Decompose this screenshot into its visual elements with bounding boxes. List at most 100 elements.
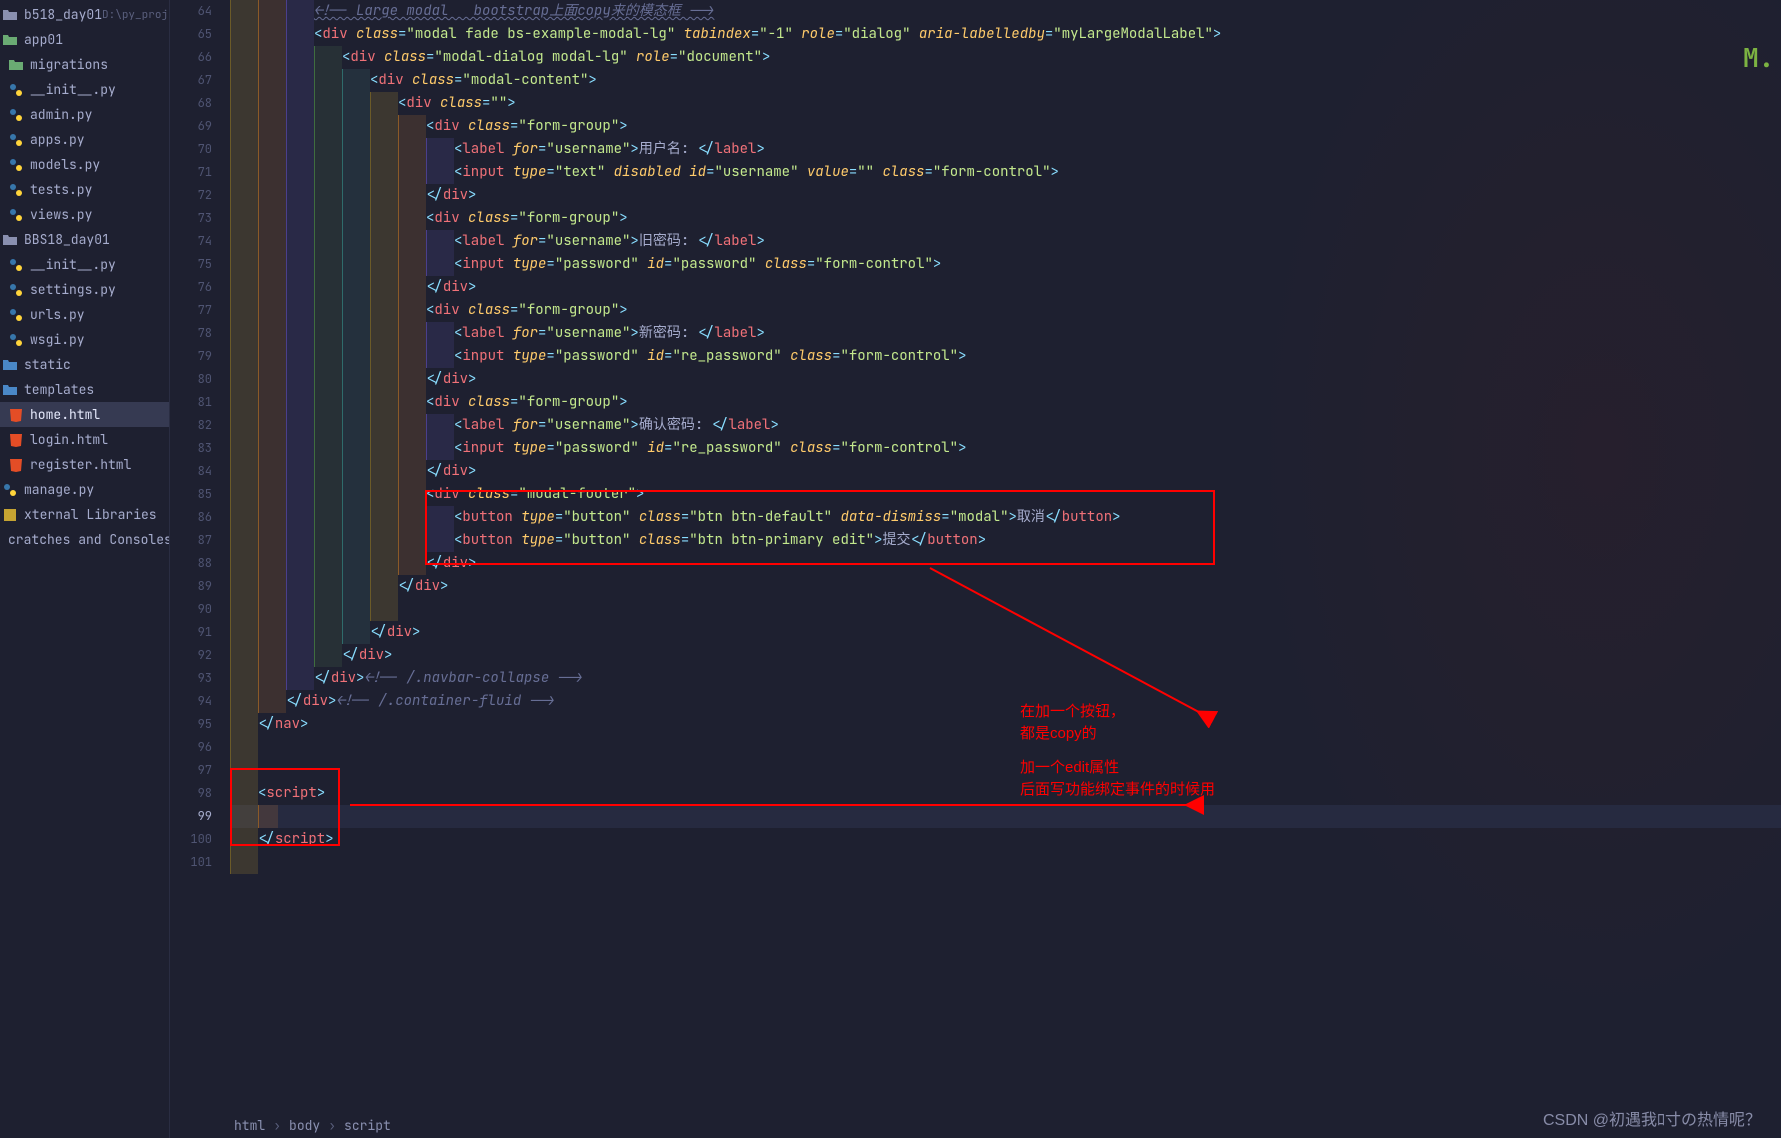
tree-item-register-html[interactable]: register.html	[0, 452, 169, 477]
py-icon	[8, 307, 24, 323]
code-line-84[interactable]: </div>	[230, 460, 1781, 483]
tree-item-bbs18-day01[interactable]: BBS18_day01	[0, 227, 169, 252]
code-line-93[interactable]: </div><!-- /.navbar-collapse -->	[230, 667, 1781, 690]
csdn-watermark: CSDN @初遇我ﾛ寸の热情呢？	[1543, 1106, 1761, 1130]
tree-item-xternal-libraries[interactable]: xternal Libraries	[0, 502, 169, 527]
code-line-82[interactable]: <label for="username">确认密码: </label>	[230, 414, 1781, 437]
code-line-99[interactable]	[230, 805, 1781, 828]
tree-item-label: migrations	[30, 56, 108, 73]
breadcrumb-item[interactable]: body	[289, 1117, 320, 1134]
tree-item-label: manage.py	[24, 481, 94, 498]
tree-item-app01[interactable]: app01	[0, 27, 169, 52]
html-icon	[8, 432, 24, 448]
tree-item-label: wsgi.py	[30, 331, 85, 348]
code-line-89[interactable]: </div>	[230, 575, 1781, 598]
tree-item-urls-py[interactable]: urls.py	[0, 302, 169, 327]
code-line-100[interactable]: </script>	[230, 828, 1781, 851]
project-tree[interactable]: b518_day01 D:\py_proj app01 migrations __in…	[0, 0, 170, 1138]
py-icon	[8, 82, 24, 98]
code-line-80[interactable]: </div>	[230, 368, 1781, 391]
tree-item-settings-py[interactable]: settings.py	[0, 277, 169, 302]
tree-item-label: settings.py	[30, 281, 116, 298]
code-line-74[interactable]: <label for="username">旧密码: </label>	[230, 230, 1781, 253]
code-line-78[interactable]: <label for="username">新密码: </label>	[230, 322, 1781, 345]
tree-item-label: xternal Libraries	[24, 506, 157, 523]
html-icon	[8, 407, 24, 423]
tree-item-migrations[interactable]: migrations	[0, 52, 169, 77]
tree-item-label: register.html	[30, 456, 131, 473]
tree-item-label: admin.py	[30, 106, 92, 123]
folder-green-icon	[2, 32, 18, 48]
breadcrumb-item[interactable]: script	[344, 1117, 391, 1134]
code-line-101[interactable]	[230, 851, 1781, 874]
annotation-text-3: 加一个edit属性	[1020, 756, 1119, 777]
tree-item-label: __init__.py	[30, 256, 116, 273]
tree-item-wsgi-py[interactable]: wsgi.py	[0, 327, 169, 352]
tree-item-login-html[interactable]: login.html	[0, 427, 169, 452]
tree-item-label: b518_day01	[24, 6, 102, 23]
code-line-81[interactable]: <div class="form-group">	[230, 391, 1781, 414]
code-line-83[interactable]: <input type="password" id="re_password" …	[230, 437, 1781, 460]
breadcrumb[interactable]: html›body›script	[230, 1112, 395, 1138]
code-line-92[interactable]: </div>	[230, 644, 1781, 667]
annotation-text-4: 后面写功能绑定事件的时候用	[1020, 778, 1215, 799]
tree-item-label: cratches and Consoles	[8, 531, 170, 548]
code-line-97[interactable]	[230, 759, 1781, 782]
code-line-85[interactable]: <div class="modal-footer">	[230, 483, 1781, 506]
code-line-88[interactable]: </div>	[230, 552, 1781, 575]
code-line-64[interactable]: <!-- Large modal bootstrap上面copy来的模态框 --…	[230, 0, 1781, 23]
code-line-87[interactable]: <button type="button" class="btn btn-pri…	[230, 529, 1781, 552]
code-line-79[interactable]: <input type="password" id="re_password" …	[230, 345, 1781, 368]
code-line-95[interactable]: </nav>	[230, 713, 1781, 736]
code-line-91[interactable]: </div>	[230, 621, 1781, 644]
py-icon	[8, 107, 24, 123]
py-icon	[8, 132, 24, 148]
code-line-98[interactable]: <script>	[230, 782, 1781, 805]
tree-item-cratches-and-consoles[interactable]: cratches and Consoles	[0, 527, 169, 552]
code-line-65[interactable]: <div class="modal fade bs-example-modal-…	[230, 23, 1781, 46]
tree-item-label: apps.py	[30, 131, 85, 148]
tree-item-label: urls.py	[30, 306, 85, 323]
code-editor[interactable]: <!-- Large modal bootstrap上面copy来的模态框 --…	[230, 0, 1781, 1138]
tree-item-models-py[interactable]: models.py	[0, 152, 169, 177]
tree-item-apps-py[interactable]: apps.py	[0, 127, 169, 152]
code-line-68[interactable]: <div class="">	[230, 92, 1781, 115]
tree-item---init---py[interactable]: __init__.py	[0, 77, 169, 102]
tree-item---init---py[interactable]: __init__.py	[0, 252, 169, 277]
code-line-76[interactable]: </div>	[230, 276, 1781, 299]
py-icon	[8, 332, 24, 348]
code-line-94[interactable]: </div><!-- /.container-fluid -->	[230, 690, 1781, 713]
tree-item-admin-py[interactable]: admin.py	[0, 102, 169, 127]
code-line-77[interactable]: <div class="form-group">	[230, 299, 1781, 322]
annotation-text-2: 都是copy的	[1020, 722, 1097, 743]
code-line-66[interactable]: <div class="modal-dialog modal-lg" role=…	[230, 46, 1781, 69]
tree-item-label: login.html	[30, 431, 108, 448]
tree-item-label: tests.py	[30, 181, 92, 198]
annotation-text-1: 在加一个按钮，	[1020, 700, 1125, 721]
code-line-71[interactable]: <input type="text" disabled id="username…	[230, 161, 1781, 184]
py-icon	[8, 182, 24, 198]
folder-green-icon	[8, 57, 24, 73]
code-line-90[interactable]	[230, 598, 1781, 621]
tree-item-manage-py[interactable]: manage.py	[0, 477, 169, 502]
tree-item-static[interactable]: static	[0, 352, 169, 377]
code-line-96[interactable]	[230, 736, 1781, 759]
code-line-75[interactable]: <input type="password" id="password" cla…	[230, 253, 1781, 276]
logo-icon: M.	[1743, 40, 1773, 70]
tree-item-templates[interactable]: templates	[0, 377, 169, 402]
breadcrumb-item[interactable]: html	[234, 1117, 265, 1134]
code-line-69[interactable]: <div class="form-group">	[230, 115, 1781, 138]
tree-item-tests-py[interactable]: tests.py	[0, 177, 169, 202]
code-line-73[interactable]: <div class="form-group">	[230, 207, 1781, 230]
code-line-70[interactable]: <label for="username">用户名: </label>	[230, 138, 1781, 161]
tree-item-home-html[interactable]: home.html	[0, 402, 169, 427]
tree-item-views-py[interactable]: views.py	[0, 202, 169, 227]
tree-item-label: app01	[24, 31, 63, 48]
code-line-72[interactable]: </div>	[230, 184, 1781, 207]
tree-item-b518-day01[interactable]: b518_day01 D:\py_proj	[0, 2, 169, 27]
code-line-86[interactable]: <button type="button" class="btn btn-def…	[230, 506, 1781, 529]
py-icon	[8, 207, 24, 223]
tree-item-label: home.html	[30, 406, 100, 423]
code-line-67[interactable]: <div class="modal-content">	[230, 69, 1781, 92]
py-icon	[8, 257, 24, 273]
